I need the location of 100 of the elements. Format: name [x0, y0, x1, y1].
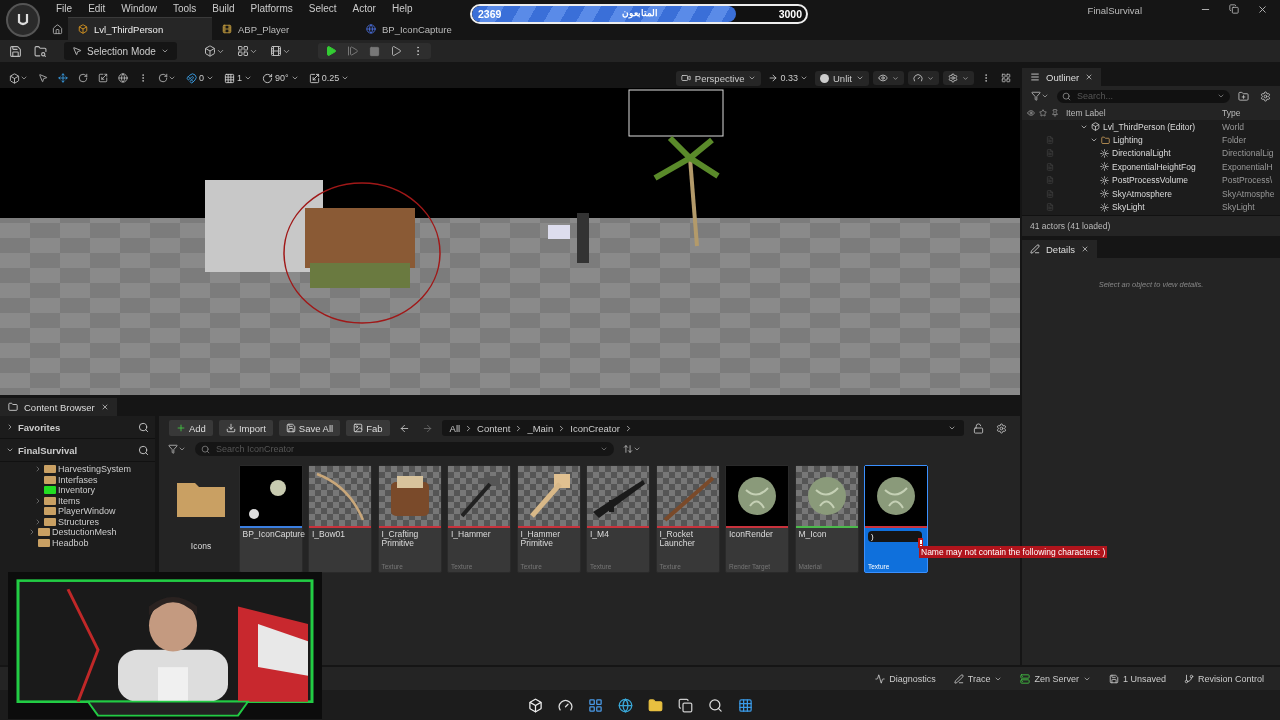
menu-item[interactable]: Help	[383, 0, 421, 16]
details-tab[interactable]: Details	[1022, 240, 1098, 258]
path-bar[interactable]: All Content _Main IconCreator	[441, 420, 964, 436]
unsaved-button[interactable]: 1 Unsaved	[1102, 673, 1172, 684]
breadcrumb-link[interactable]: _Main	[527, 422, 554, 434]
outliner-row[interactable]: Lvl_ThirdPerson (Editor) World	[1022, 120, 1280, 134]
menu-item[interactable]: File	[48, 0, 81, 16]
browser-taskbar-icon[interactable]	[616, 696, 634, 714]
menu-item[interactable]: Tools	[164, 0, 205, 16]
menu-item[interactable]: Platforms	[242, 0, 301, 16]
folder-name: PlayerWindow	[58, 506, 116, 517]
perspective-button[interactable]: Perspective	[675, 70, 762, 86]
folder-item[interactable]: Structures	[0, 516, 155, 527]
grid-snap-button[interactable]: 1	[221, 72, 256, 84]
list-icon	[1030, 72, 1040, 82]
scale-snap-button[interactable]: 0.25	[305, 72, 353, 84]
move-icon[interactable]	[55, 73, 71, 83]
outliner-tab[interactable]: Outliner	[1022, 68, 1102, 86]
folder-name: Structures	[58, 516, 99, 527]
folder-item[interactable]: Items	[0, 495, 155, 506]
menu-item[interactable]: Select	[300, 0, 345, 16]
breadcrumb-link[interactable]: IconCreator	[570, 422, 620, 434]
menu-item[interactable]: Window	[113, 0, 165, 16]
browse-icon[interactable]	[31, 44, 50, 58]
rotate-snap-button[interactable]: 90°	[259, 72, 302, 84]
toolbar-button[interactable]: Add	[169, 420, 213, 436]
plus-icon	[176, 423, 186, 433]
pointer-icon	[72, 46, 82, 56]
column-header[interactable]: Type	[1222, 108, 1280, 118]
toolbar-button[interactable]: Fab	[346, 420, 390, 436]
selection-mode-button[interactable]: Selection Mode	[64, 42, 177, 60]
asset-tile[interactable]: BP_IconCapture	[238, 465, 303, 573]
translate-snap-snap-button[interactable]: 0	[183, 72, 217, 84]
folder-item[interactable]: PlayerWindow	[0, 506, 155, 517]
caret-icon	[1217, 92, 1225, 100]
editor-tab[interactable]: ABP_Player	[212, 17, 356, 40]
folder-taskbar-icon[interactable]	[646, 696, 664, 714]
diagnostics-button[interactable]: Diagnostics	[869, 673, 942, 684]
revision-control-button[interactable]: Revision Control	[1177, 673, 1270, 684]
camera-icon	[680, 73, 691, 83]
toolbar-button[interactable]: Save All	[278, 420, 341, 436]
close-icon	[100, 403, 109, 411]
actor-icon	[1100, 189, 1109, 199]
world-icon[interactable]	[115, 73, 131, 83]
folder-name: Inventory	[58, 485, 96, 496]
settings-icon[interactable]	[943, 71, 974, 85]
caret-icon	[748, 74, 757, 82]
menu-item[interactable]: Build	[204, 0, 243, 16]
add-folder-icon[interactable]	[1235, 90, 1252, 102]
restore-icon[interactable]	[1229, 4, 1239, 14]
folder-name: DestuctionMesh	[52, 527, 117, 538]
item-type: SkyLight	[1222, 202, 1256, 213]
show-icon[interactable]	[873, 71, 904, 85]
level-icon	[78, 24, 88, 34]
folder-item[interactable]: Headbob	[0, 537, 155, 548]
folder-name: Headbob	[52, 537, 89, 548]
lighting-button[interactable]: Unlit	[815, 70, 869, 86]
outliner-row[interactable]: DirectionalLight DirectionalLig	[1022, 146, 1280, 161]
camera-speed-button[interactable]: 0.33	[765, 73, 811, 83]
breadcrumb-link[interactable]: Content	[477, 422, 511, 434]
search-taskbar-icon[interactable]	[706, 696, 724, 714]
engine-logo[interactable]	[6, 3, 40, 37]
performance-icon[interactable]	[908, 71, 939, 85]
folder-item[interactable]: DestuctionMesh	[0, 527, 155, 538]
item-type: PostProcess\	[1222, 175, 1274, 186]
follower-count: 2369	[478, 8, 502, 20]
toolbar-button[interactable]: Import	[218, 420, 273, 436]
menu-item[interactable]: Edit	[80, 0, 114, 16]
rename-field[interactable]: )	[868, 531, 922, 542]
folder-item[interactable]: Interfases	[0, 474, 155, 485]
breadcrumb-link[interactable]: All	[449, 422, 461, 434]
engine-taskbar-icon[interactable]	[526, 696, 544, 714]
column-header[interactable]: Item Label	[1066, 108, 1222, 118]
folder-icon	[1101, 135, 1110, 145]
caret-icon	[948, 424, 956, 432]
item-type: ExponentialH	[1222, 161, 1274, 172]
outliner-row[interactable]: Lighting Folder	[1022, 133, 1280, 147]
tree-section[interactable]: Favorites	[0, 416, 155, 439]
outliner-row[interactable]: PostProcessVolume PostProcess\	[1022, 173, 1280, 187]
image-icon	[353, 423, 364, 433]
window-taskbar-icon[interactable]	[676, 696, 694, 714]
tree-section[interactable]: FinalSurvival	[0, 439, 155, 462]
close-icon	[1081, 245, 1090, 253]
trace-button[interactable]: Trace	[947, 673, 1009, 684]
menu-item[interactable]: Actor	[344, 0, 384, 16]
close-icon[interactable]	[1257, 4, 1268, 15]
editor-tab[interactable]: Lvl_ThirdPerson	[68, 17, 212, 40]
outliner-row[interactable]: ExponentialHeightFog ExponentialH	[1022, 160, 1280, 174]
folder-tile[interactable]: Icons	[169, 465, 233, 573]
asset-tile[interactable]: I_Bow01	[308, 465, 372, 573]
folder-item[interactable]: Inventory	[0, 485, 155, 496]
asset-name: I_M4	[589, 528, 610, 541]
outliner-row[interactable]: SkyAtmosphere SkyAtmosphe	[1022, 186, 1280, 201]
outliner-row[interactable]: SkyLight SkyLight	[1022, 200, 1280, 214]
content-browser-tab[interactable]: Content Browser	[0, 398, 117, 416]
editor-tab[interactable]: BP_IconCapture	[356, 17, 500, 40]
search-field[interactable]: Search...	[1057, 89, 1230, 103]
server-button[interactable]: Zen Server	[1014, 673, 1097, 684]
start-taskbar-icon[interactable]	[736, 696, 754, 714]
folder-item[interactable]: HarvestingSystem	[0, 464, 155, 475]
